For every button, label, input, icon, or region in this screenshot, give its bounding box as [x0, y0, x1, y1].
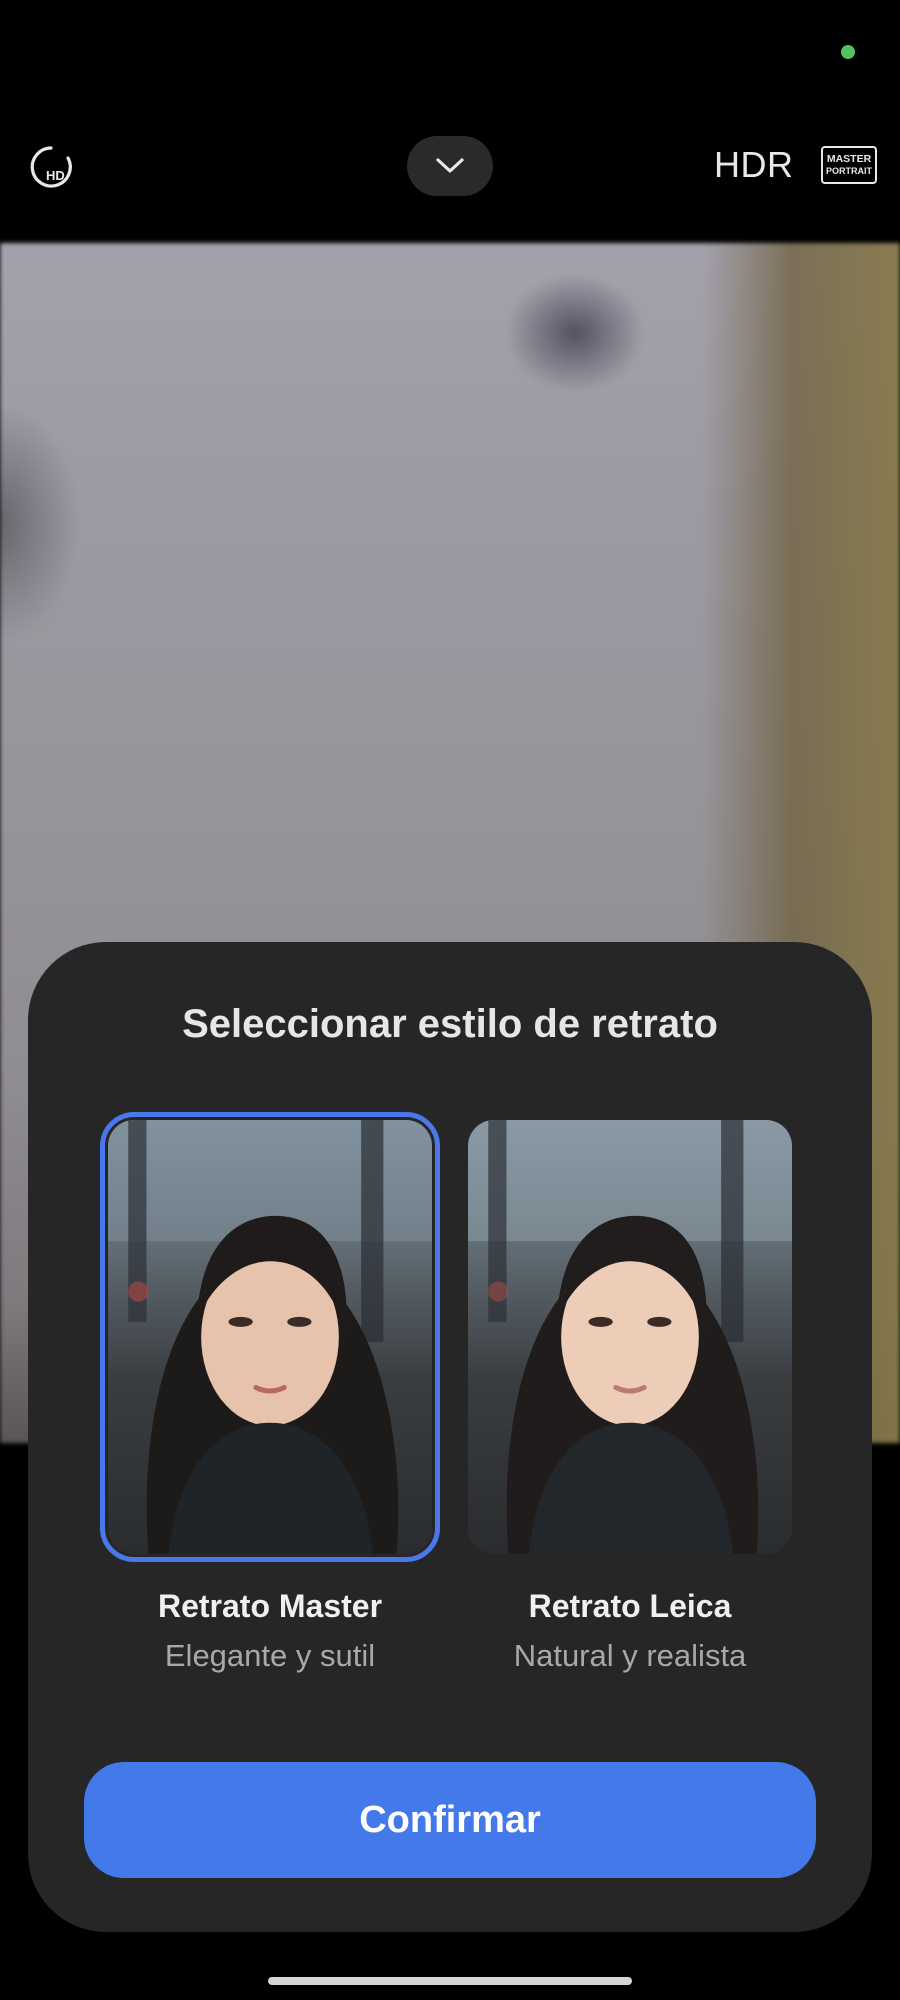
confirm-button[interactable]: Confirmar	[84, 1762, 816, 1878]
hd-label: HD	[46, 168, 65, 183]
option-title: Retrato Leica	[528, 1588, 732, 1624]
option-subtitle: Elegante y sutil	[164, 1638, 376, 1673]
master-portrait-badge[interactable]: MASTER PORTRAIT	[821, 146, 877, 184]
chevron-down-icon	[436, 158, 464, 173]
portrait-thumbnail-master	[108, 1120, 432, 1554]
home-indicator[interactable]	[268, 1977, 632, 1985]
camera-top-bar: HD HDR MASTER PORTRAIT	[0, 110, 900, 220]
option-subtitle: Natural y realista	[513, 1638, 747, 1673]
status-indicator-dot	[841, 45, 855, 59]
style-thumbnail-frame[interactable]	[100, 1112, 440, 1562]
style-thumbnail-frame[interactable]	[460, 1112, 800, 1562]
badge-line-2: PORTRAIT	[826, 165, 872, 176]
sheet-title: Seleccionar estilo de retrato	[182, 1002, 718, 1046]
hdr-toggle[interactable]: HDR	[714, 144, 794, 186]
portrait-thumbnail-leica	[468, 1120, 792, 1554]
expand-menu-button[interactable]	[407, 136, 493, 196]
portrait-style-sheet: Seleccionar estilo de retrato Retrato Ma…	[28, 942, 872, 1932]
hd-refresh-icon[interactable]: HD	[28, 144, 74, 190]
badge-line-1: MASTER	[826, 153, 872, 166]
option-title: Retrato Master	[157, 1588, 383, 1624]
